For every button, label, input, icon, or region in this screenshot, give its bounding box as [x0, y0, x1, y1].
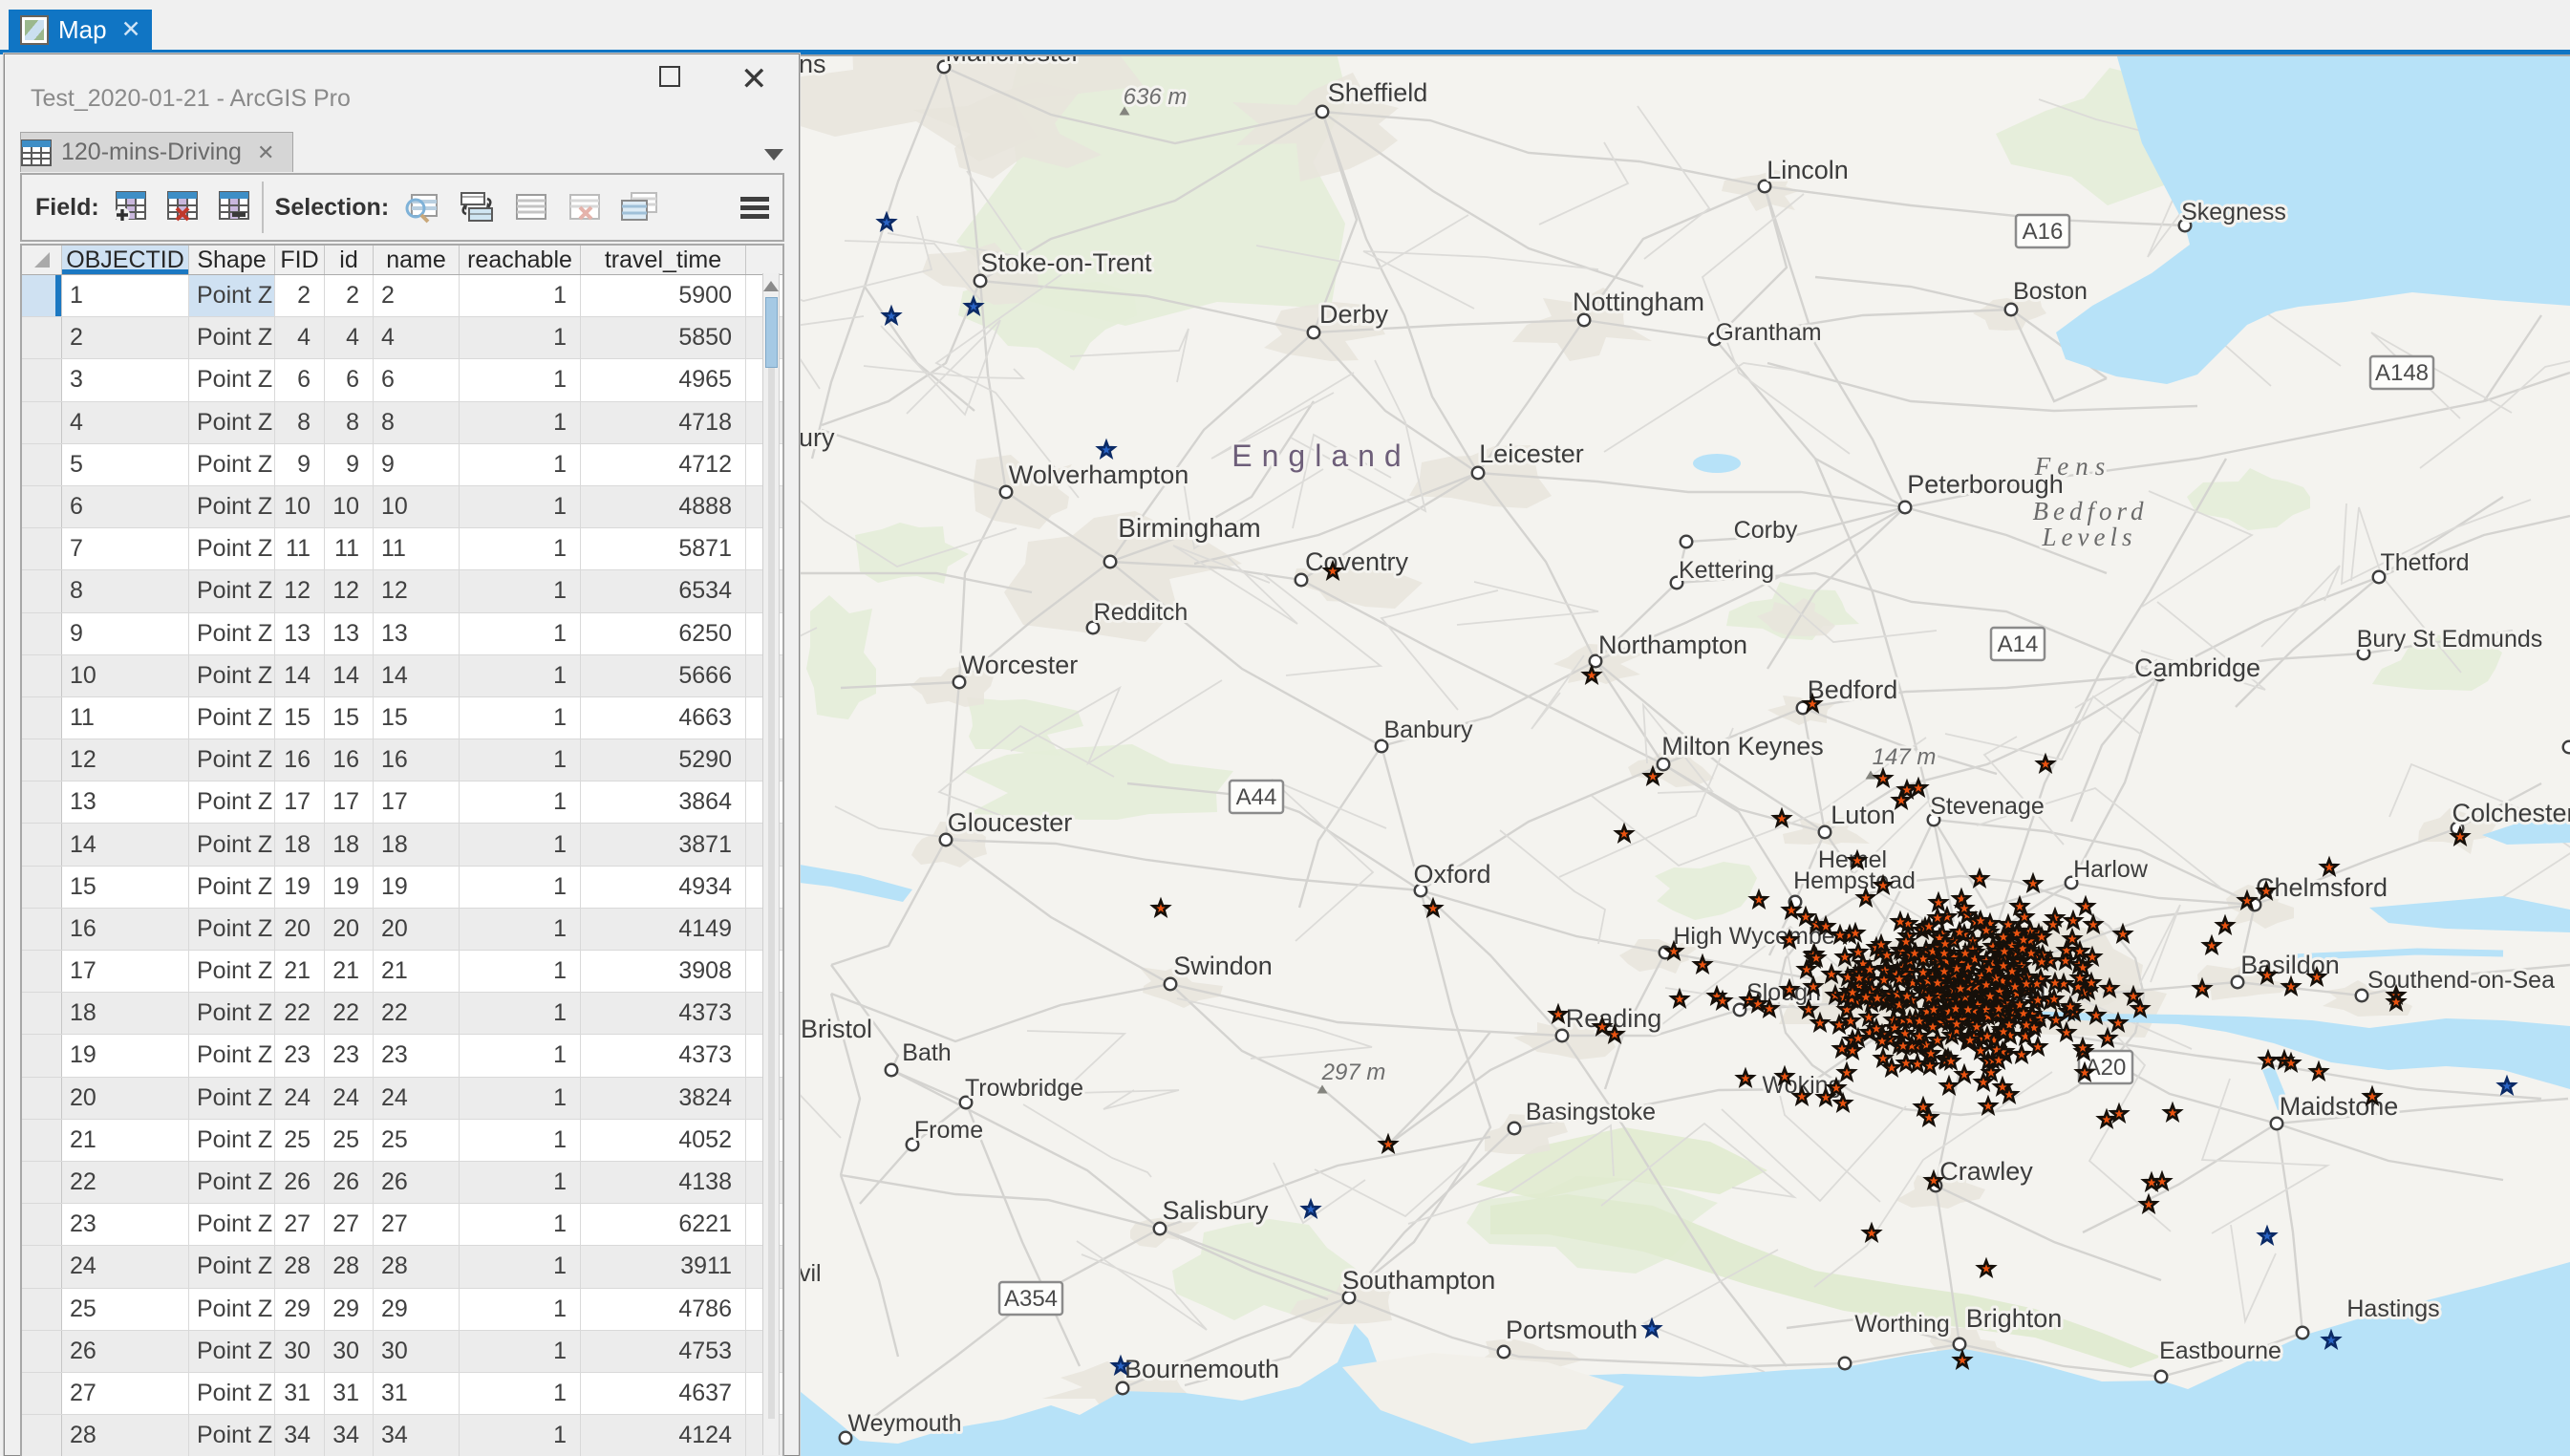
svg-text:ury: ury [799, 423, 835, 452]
svg-text:Gloucester: Gloucester [948, 808, 1073, 837]
svg-text:Trowbridge: Trowbridge [965, 1075, 1083, 1102]
svg-text:A148: A148 [2375, 360, 2429, 386]
svg-text:297 m: 297 m [1321, 1060, 1386, 1085]
svg-text:Boston: Boston [2013, 278, 2088, 305]
svg-text:Milton Keynes: Milton Keynes [1661, 732, 1824, 760]
svg-text:A44: A44 [1236, 784, 1277, 810]
svg-text:Northampton: Northampton [1598, 631, 1747, 659]
svg-text:Peterborough: Peterborough [1907, 470, 2064, 499]
svg-text:Hastings: Hastings [2346, 1295, 2439, 1322]
svg-text:Cambridge: Cambridge [2134, 653, 2260, 682]
svg-text:Oxford: Oxford [1413, 860, 1490, 889]
svg-text:Frome: Frome [914, 1117, 983, 1144]
svg-text:Bedford: Bedford [1808, 675, 1898, 704]
svg-text:A354: A354 [1004, 1286, 1058, 1312]
svg-text:Worcester: Worcester [961, 651, 1079, 679]
svg-text:Derby: Derby [1319, 300, 1389, 329]
svg-text:Wolverhampton: Wolverhampton [1009, 460, 1189, 489]
svg-text:High Wycombe: High Wycombe [1673, 923, 1834, 950]
svg-text:Thetford: Thetford [2380, 549, 2469, 576]
svg-text:Swindon: Swindon [1173, 952, 1273, 980]
svg-text:Bath: Bath [902, 1039, 951, 1066]
svg-text:Kettering: Kettering [1679, 557, 1774, 584]
svg-text:Sheffield: Sheffield [1328, 78, 1428, 107]
svg-text:Crawley: Crawley [1939, 1157, 2033, 1186]
svg-text:Banbury: Banbury [1383, 717, 1473, 743]
svg-text:Eastbourne: Eastbourne [2159, 1338, 2281, 1364]
svg-text:A16: A16 [2023, 219, 2064, 245]
svg-text:Colchester: Colchester [2452, 799, 2570, 827]
svg-text:Coventry: Coventry [1305, 547, 1409, 576]
svg-text:vil: vil [799, 1260, 822, 1287]
svg-text:636 m: 636 m [1124, 84, 1188, 110]
svg-text:Skegness: Skegness [2181, 199, 2286, 225]
svg-text:Bristol: Bristol [801, 1015, 872, 1043]
svg-text:Redditch: Redditch [1094, 599, 1189, 626]
svg-text:Leicester: Leicester [1479, 439, 1584, 468]
svg-text:Chelmsford: Chelmsford [2256, 873, 2388, 902]
svg-text:Stoke-on-Trent: Stoke-on-Trent [980, 248, 1152, 277]
svg-text:Luton: Luton [1831, 801, 1895, 829]
svg-text:Maidstone: Maidstone [2280, 1092, 2399, 1121]
svg-text:Grantham: Grantham [1715, 319, 1821, 346]
svg-text:Salisbury: Salisbury [1162, 1196, 1269, 1225]
svg-text:Hempstead: Hempstead [1793, 867, 1916, 894]
svg-text:Corby: Corby [1734, 517, 1798, 544]
svg-text:Bury St Edmunds: Bury St Edmunds [2357, 626, 2543, 653]
svg-text:Worthing: Worthing [1854, 1311, 1950, 1338]
svg-text:147 m: 147 m [1873, 744, 1937, 770]
svg-text:Nottingham: Nottingham [1573, 288, 1704, 316]
svg-text:Bedford: Bedford [2033, 497, 2149, 525]
svg-text:England: England [1231, 439, 1410, 473]
svg-text:Weymouth: Weymouth [847, 1410, 961, 1437]
svg-text:Southampton: Southampton [1342, 1266, 1496, 1295]
svg-text:A14: A14 [1998, 632, 2039, 657]
svg-text:Brighton: Brighton [1966, 1304, 2063, 1333]
svg-text:ns: ns [799, 54, 826, 78]
svg-text:Stevenage: Stevenage [1930, 793, 2045, 820]
svg-text:Levels: Levels [2042, 523, 2137, 551]
svg-text:A20: A20 [2086, 1055, 2127, 1081]
svg-text:Basingstoke: Basingstoke [1526, 1099, 1656, 1125]
svg-text:Lincoln: Lincoln [1767, 156, 1849, 184]
svg-text:Birmingham: Birmingham [1118, 513, 1260, 543]
svg-text:Harlow: Harlow [2073, 856, 2149, 883]
svg-text:Bournemouth: Bournemouth [1124, 1355, 1279, 1383]
svg-text:Portsmouth: Portsmouth [1506, 1316, 1638, 1344]
